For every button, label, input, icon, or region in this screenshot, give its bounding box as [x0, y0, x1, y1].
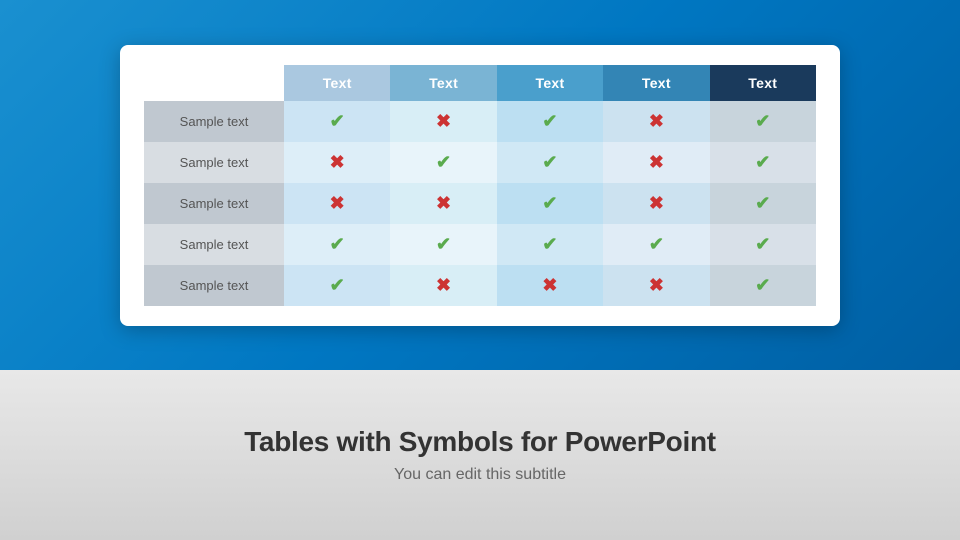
row-label: Sample text [144, 183, 284, 224]
cell-r3-c3: ✔ [603, 224, 709, 265]
cell-r1-c0: ✖ [284, 142, 390, 183]
cell-r0-c1: ✖ [390, 101, 496, 142]
cell-r1-c3: ✖ [603, 142, 709, 183]
cell-r3-c4: ✔ [710, 224, 816, 265]
cell-r4-c0: ✔ [284, 265, 390, 306]
main-title: Tables with Symbols for PowerPoint [244, 426, 716, 458]
table-body: Sample text✔✖✔✖✔Sample text✖✔✔✖✔Sample t… [144, 101, 816, 306]
top-section: Text Text Text Text Text Sample text✔✖✔✖… [0, 0, 960, 370]
cell-r4-c3: ✖ [603, 265, 709, 306]
cell-r2-c3: ✖ [603, 183, 709, 224]
header-col-3: Text [497, 65, 603, 101]
cell-r3-c0: ✔ [284, 224, 390, 265]
cell-r3-c2: ✔ [497, 224, 603, 265]
bottom-section: Tables with Symbols for PowerPoint You c… [0, 370, 960, 540]
header-label-col [144, 65, 284, 101]
cell-r2-c2: ✔ [497, 183, 603, 224]
table-row: Sample text✔✔✔✔✔ [144, 224, 816, 265]
table-row: Sample text✖✔✔✖✔ [144, 142, 816, 183]
cell-r0-c3: ✖ [603, 101, 709, 142]
cell-r0-c0: ✔ [284, 101, 390, 142]
table-row: Sample text✖✖✔✖✔ [144, 183, 816, 224]
row-label: Sample text [144, 265, 284, 306]
header-col-4: Text [603, 65, 709, 101]
header-col-1: Text [284, 65, 390, 101]
table-row: Sample text✔✖✔✖✔ [144, 101, 816, 142]
table-header: Text Text Text Text Text [144, 65, 816, 101]
table-row: Sample text✔✖✖✖✔ [144, 265, 816, 306]
cell-r2-c4: ✔ [710, 183, 816, 224]
header-col-2: Text [390, 65, 496, 101]
row-label: Sample text [144, 142, 284, 183]
cell-r1-c1: ✔ [390, 142, 496, 183]
table-card: Text Text Text Text Text Sample text✔✖✔✖… [120, 45, 840, 326]
cell-r3-c1: ✔ [390, 224, 496, 265]
cell-r2-c0: ✖ [284, 183, 390, 224]
cell-r4-c2: ✖ [497, 265, 603, 306]
row-label: Sample text [144, 101, 284, 142]
cell-r1-c2: ✔ [497, 142, 603, 183]
cell-r2-c1: ✖ [390, 183, 496, 224]
header-row: Text Text Text Text Text [144, 65, 816, 101]
cell-r1-c4: ✔ [710, 142, 816, 183]
row-label: Sample text [144, 224, 284, 265]
cell-r4-c1: ✖ [390, 265, 496, 306]
cell-r0-c2: ✔ [497, 101, 603, 142]
comparison-table: Text Text Text Text Text Sample text✔✖✔✖… [144, 65, 816, 306]
cell-r0-c4: ✔ [710, 101, 816, 142]
header-col-5: Text [710, 65, 816, 101]
cell-r4-c4: ✔ [710, 265, 816, 306]
subtitle: You can edit this subtitle [394, 466, 566, 484]
